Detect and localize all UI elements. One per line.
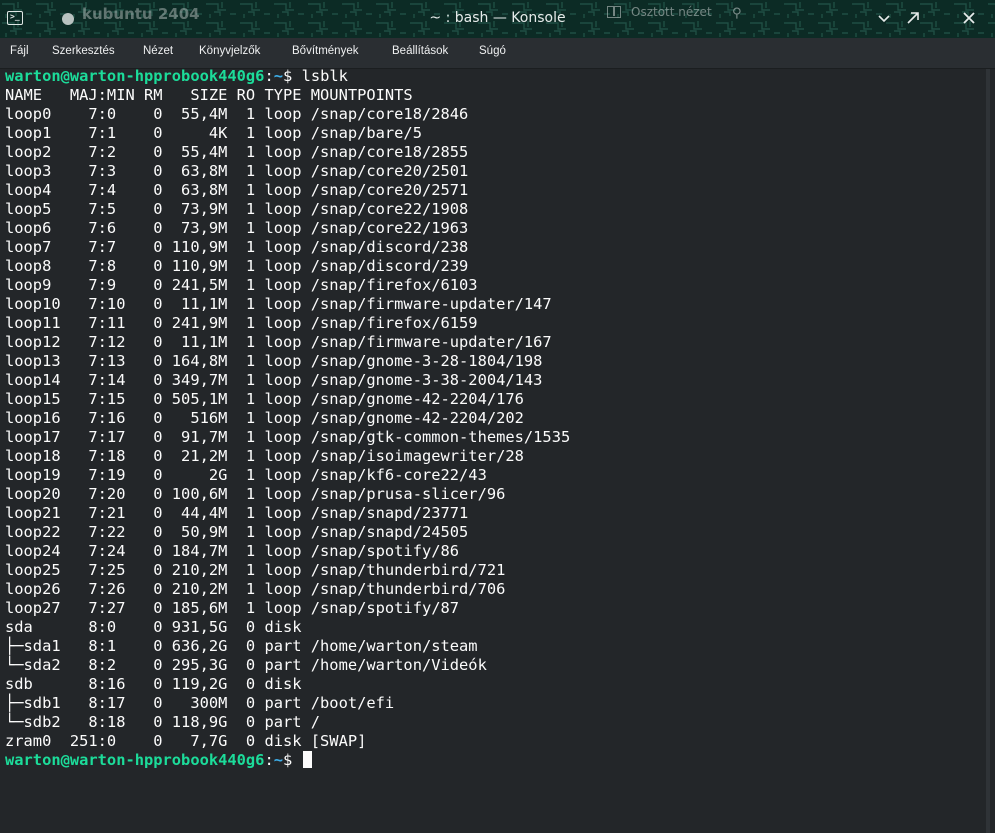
prompt-symbol: $ <box>283 67 293 85</box>
table-row: loop2 7:2 0 55,4M 1 loop /snap/core18/28… <box>5 143 469 161</box>
menu-file[interactable]: Fájl <box>10 45 29 57</box>
table-row: loop7 7:7 0 110,9M 1 loop /snap/discord/… <box>5 238 469 256</box>
close-icon[interactable] <box>961 10 977 26</box>
table-row: loop4 7:4 0 63,8M 1 loop /snap/core20/25… <box>5 181 469 199</box>
table-row: loop17 7:17 0 91,7M 1 loop /snap/gtk-com… <box>5 428 571 446</box>
table-row: loop20 7:20 0 100,6M 1 loop /snap/prusa-… <box>5 485 506 503</box>
table-row: loop13 7:13 0 164,8M 1 loop /snap/gnome-… <box>5 352 543 370</box>
table-row: loop15 7:15 0 505,1M 1 loop /snap/gnome-… <box>5 390 524 408</box>
table-row: loop10 7:10 0 11,1M 1 loop /snap/firmwar… <box>5 295 552 313</box>
prompt-path: ~ <box>273 67 284 85</box>
command-line: warton@warton-hpprobook440g6:~$ lsblk <box>5 67 348 85</box>
terminal-area[interactable]: warton@warton-hpprobook440g6:~$ lsblk NA… <box>0 67 995 833</box>
command-text: lsblk <box>301 67 348 85</box>
menu-settings[interactable]: Beállítások <box>392 45 448 57</box>
active-prompt-line[interactable]: warton@warton-hpprobook440g6:~$ <box>5 751 312 770</box>
table-row: loop19 7:19 0 2G 1 loop /snap/kf6-core22… <box>5 466 487 484</box>
split-view-button[interactable]: Osztott nézet <box>631 5 712 19</box>
konsole-window: >_ kubuntu 2404 ~ : bash — Konsole Oszto… <box>0 0 995 833</box>
table-row: loop11 7:11 0 241,9M 1 loop /snap/firefo… <box>5 314 478 332</box>
menu-bar: Fájl Szerkesztés Nézet Könyvjelzők Bővít… <box>0 38 995 69</box>
table-row: loop0 7:0 0 55,4M 1 loop /snap/core18/28… <box>5 105 469 123</box>
table-row: loop3 7:3 0 63,8M 1 loop /snap/core20/25… <box>5 162 469 180</box>
table-row: loop27 7:27 0 185,6M 1 loop /snap/spotif… <box>5 599 460 617</box>
table-row: loop9 7:9 0 241,5M 1 loop /snap/firefox/… <box>5 276 478 294</box>
table-row: └─sdb2 8:18 0 118,9G 0 part / <box>5 713 321 731</box>
table-row: zram0 251:0 0 7,7G 0 disk [SWAP] <box>5 732 367 750</box>
table-row: loop6 7:6 0 73,9M 1 loop /snap/core22/19… <box>5 219 469 237</box>
table-row: sdb 8:16 0 119,2G 0 disk <box>5 675 302 693</box>
prompt-symbol: $ <box>283 751 293 769</box>
prompt-path: ~ <box>273 751 284 769</box>
table-row: loop12 7:12 0 11,1M 1 loop /snap/firmwar… <box>5 333 552 351</box>
table-row: └─sda2 8:2 0 295,3G 0 part /home/warton/… <box>5 656 487 674</box>
table-row: ├─sdb1 8:17 0 300M 0 part /boot/efi <box>5 694 395 712</box>
split-view-icon[interactable] <box>607 6 621 18</box>
table-row: loop18 7:18 0 21,2M 1 loop /snap/isoimag… <box>5 447 524 465</box>
table-row: loop1 7:1 0 4K 1 loop /snap/bare/5 <box>5 124 422 142</box>
table-row: sda 8:0 0 931,5G 0 disk <box>5 618 302 636</box>
prompt-user: warton@warton-hpprobook440g6 <box>5 751 265 769</box>
window-title: ~ : bash — Konsole <box>429 10 566 26</box>
table-row: ├─sda1 8:1 0 636,2G 0 part /home/warton/… <box>5 637 478 655</box>
menu-plugins[interactable]: Bővítmények <box>292 45 358 57</box>
table-row: loop14 7:14 0 349,7M 1 loop /snap/gnome-… <box>5 371 543 389</box>
title-bar[interactable]: >_ kubuntu 2404 ~ : bash — Konsole Oszto… <box>0 0 995 38</box>
table-row: loop21 7:21 0 44,4M 1 loop /snap/snapd/2… <box>5 504 469 522</box>
table-header: NAME MAJ:MIN RM SIZE RO TYPE MOUNTPOINTS <box>5 86 413 104</box>
table-row: loop24 7:24 0 184,7M 1 loop /snap/spotif… <box>5 542 460 560</box>
scrollbar[interactable] <box>986 69 990 833</box>
table-row: loop16 7:16 0 516M 1 loop /snap/gnome-42… <box>5 409 524 427</box>
prompt-user: warton@warton-hpprobook440g6 <box>5 67 265 85</box>
menu-view[interactable]: Nézet <box>143 45 173 57</box>
menu-help[interactable]: Súgó <box>479 45 506 57</box>
menu-bookmarks[interactable]: Könyvjelzők <box>199 45 260 57</box>
table-row: loop26 7:26 0 210,2M 1 loop /snap/thunde… <box>5 580 506 598</box>
table-row: loop25 7:25 0 210,2M 1 loop /snap/thunde… <box>5 561 506 579</box>
minimize-icon[interactable] <box>876 10 892 26</box>
table-row: loop5 7:5 0 73,9M 1 loop /snap/core22/19… <box>5 200 469 218</box>
text-cursor <box>302 751 312 768</box>
table-row: loop22 7:22 0 50,9M 1 loop /snap/snapd/2… <box>5 523 469 541</box>
maximize-icon[interactable] <box>905 10 921 26</box>
menu-edit[interactable]: Szerkesztés <box>52 45 115 57</box>
table-row: loop8 7:8 0 110,9M 1 loop /snap/discord/… <box>5 257 469 275</box>
search-icon[interactable]: ⚲ <box>732 6 742 21</box>
